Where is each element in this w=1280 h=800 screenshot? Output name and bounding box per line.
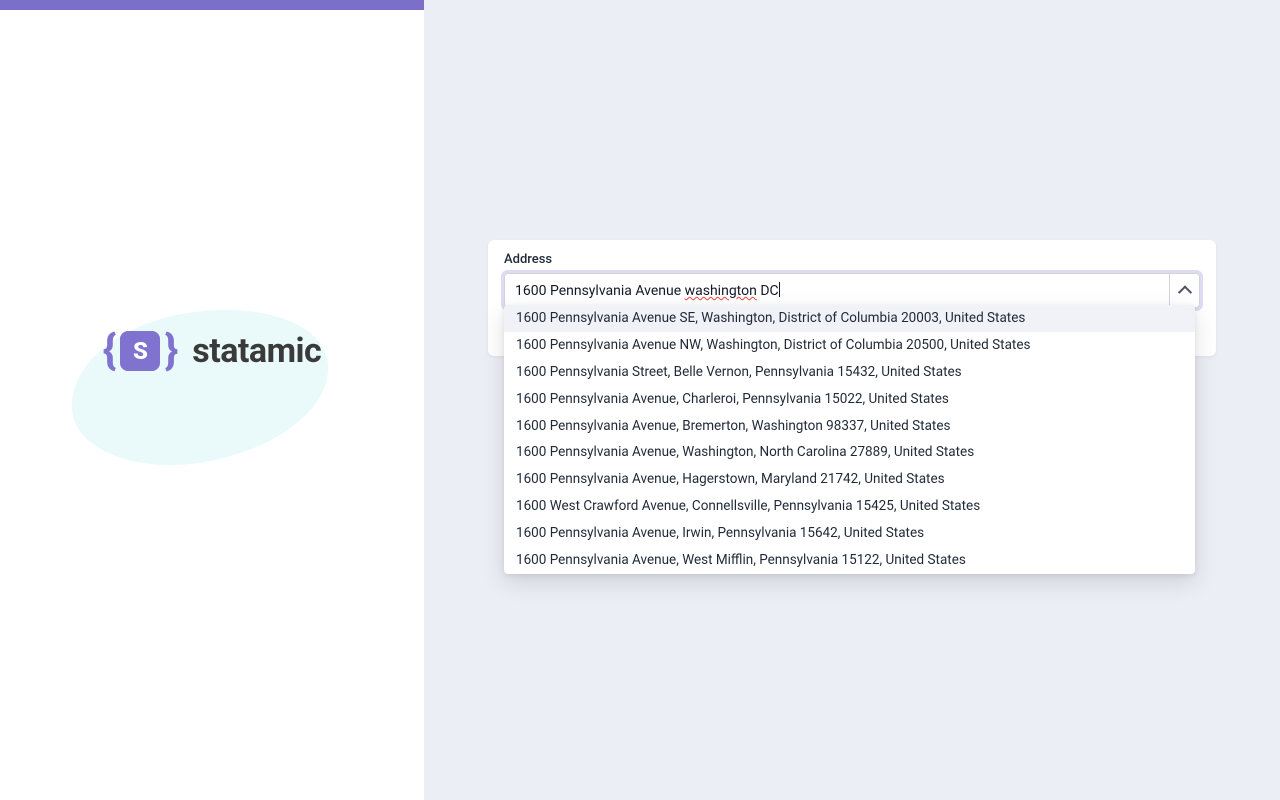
suggestion-item[interactable]: 1600 Pennsylvania Avenue, Washington, No… xyxy=(504,439,1195,466)
suggestion-item[interactable]: 1600 Pennsylvania Avenue, West Mifflin, … xyxy=(504,547,1195,574)
suggestion-item[interactable]: 1600 Pennsylvania Avenue NW, Washington,… xyxy=(504,332,1195,359)
suggestion-item[interactable]: 1600 Pennsylvania Avenue, Hagerstown, Ma… xyxy=(504,466,1195,493)
suggestion-item[interactable]: 1600 Pennsylvania Avenue, Charleroi, Pen… xyxy=(504,386,1195,413)
brand-accent-bar xyxy=(0,0,424,10)
suggestion-item[interactable]: 1600 Pennsylvania Avenue, Irwin, Pennsyl… xyxy=(504,520,1195,547)
brand-name: statamic xyxy=(192,331,321,371)
address-label: Address xyxy=(504,252,1200,267)
chevron-up-icon xyxy=(1177,285,1191,299)
suggestion-item[interactable]: 1600 Pennsylvania Avenue, Bremerton, Was… xyxy=(504,413,1195,440)
logo: { S } statamic xyxy=(0,330,424,372)
suggestion-item[interactable]: 1600 West Crawford Avenue, Connellsville… xyxy=(504,493,1195,520)
dropdown-toggle-button[interactable] xyxy=(1169,274,1199,307)
main-panel: Address 1600 Pennsylvania Avenue washing… xyxy=(424,0,1280,800)
suggestion-item[interactable]: 1600 Pennsylvania Street, Belle Vernon, … xyxy=(504,359,1195,386)
logo-mark: { S } xyxy=(103,330,179,372)
address-input[interactable]: 1600 Pennsylvania Avenue washington DC xyxy=(505,274,1169,307)
logo-square-icon: S xyxy=(120,331,160,371)
sidebar: { S } statamic xyxy=(0,0,424,800)
address-combobox[interactable]: 1600 Pennsylvania Avenue washington DC xyxy=(504,273,1200,308)
address-suggestions-dropdown: 1600 Pennsylvania Avenue SE, Washington,… xyxy=(504,305,1195,574)
brace-right-icon: } xyxy=(164,330,178,372)
spellcheck-underline: washington xyxy=(685,283,757,299)
suggestion-item[interactable]: 1600 Pennsylvania Avenue SE, Washington,… xyxy=(504,305,1195,332)
text-caret xyxy=(779,282,780,297)
brace-left-icon: { xyxy=(103,330,117,372)
logo-blob-bg xyxy=(61,295,339,480)
